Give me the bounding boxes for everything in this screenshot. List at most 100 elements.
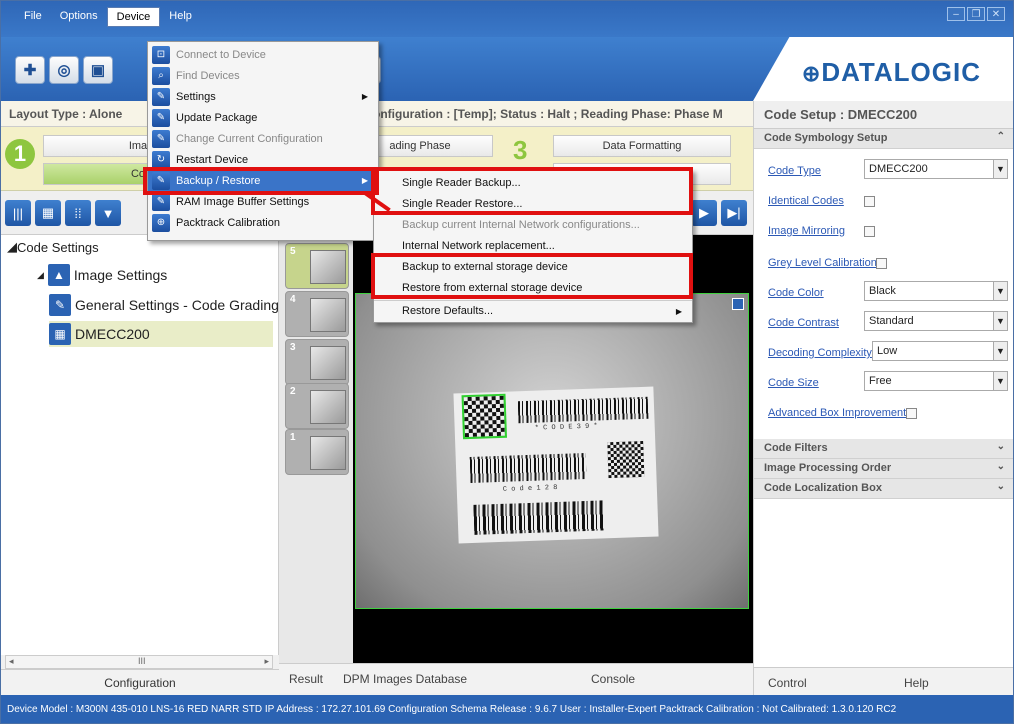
thumbnail-5[interactable]: 5	[285, 243, 349, 289]
menu-change-configuration[interactable]: ✎ Change Current Configuration	[148, 128, 378, 149]
qr-code	[607, 440, 645, 479]
code-size-select[interactable]: Free ▼	[864, 371, 1008, 391]
find-devices-icon[interactable]: ◎	[49, 56, 79, 84]
search-icon: ⌕	[152, 66, 170, 85]
configuration-status-label: onfiguration : [Temp]; Status : Halt ; R…	[373, 107, 723, 121]
section-code-localization[interactable]: Code Localization Box ⌄	[754, 479, 1013, 499]
tree-horizontal-scrollbar[interactable]: ◂ III ▸	[5, 655, 273, 669]
grey-level-checkbox[interactable]	[876, 258, 887, 269]
chevron-down-icon: ⌄	[996, 461, 1005, 472]
menu-update-package[interactable]: ✎ Update Package	[148, 107, 378, 128]
menu-packtrack-calibration[interactable]: ⊕ Packtrack Calibration	[148, 212, 378, 233]
image-zoom-icon[interactable]	[732, 298, 744, 310]
thumbnail-3[interactable]: 3	[285, 339, 349, 385]
crosshair-icon: ⊕	[152, 213, 170, 232]
chevron-down-icon: ▼	[993, 282, 1007, 300]
title-bar: File Options Device Help – ❐ ✕	[1, 1, 1013, 37]
data-formatting-button[interactable]: Data Formatting	[553, 135, 731, 157]
thumbnail-1[interactable]: 1	[285, 429, 349, 475]
code39-barcode	[517, 396, 649, 424]
tree-dmecc200[interactable]: ▦ DMECC200	[49, 321, 273, 347]
menu-device[interactable]: Device	[106, 7, 161, 27]
highlight-single-reader	[371, 167, 693, 215]
section-code-filters[interactable]: Code Filters ⌄	[754, 439, 1013, 459]
tab-control[interactable]: Control	[768, 676, 807, 690]
submenu-arrow-icon: ▶	[361, 92, 368, 101]
chevron-down-icon: ▼	[993, 342, 1007, 360]
step-1-icon: 1	[5, 139, 35, 169]
device-icon[interactable]: ▣	[83, 56, 113, 84]
application-window: File Options Device Help – ❐ ✕ ✚ ◎ ▣ ⊕DA…	[0, 0, 1014, 724]
barcode-1d-icon[interactable]: |||	[5, 200, 31, 226]
tree-code-settings[interactable]: ◢ Code Settings	[7, 239, 99, 255]
wrench-icon: ✎	[152, 129, 170, 148]
tab-console[interactable]: Console	[591, 672, 635, 686]
restore-icon[interactable]: ❐	[967, 7, 985, 21]
wrench-icon: ✎	[49, 294, 71, 316]
decoding-complexity-select[interactable]: Low ▼	[872, 341, 1008, 361]
menu-help[interactable]: Help	[160, 7, 201, 27]
right-panel-tabs: Control Help	[754, 667, 1013, 695]
menu-settings[interactable]: ✎ Settings ▶	[148, 86, 378, 107]
chevron-down-icon: ▼	[993, 160, 1007, 178]
tree-general-settings[interactable]: ✎ General Settings - Code Grading	[49, 291, 279, 319]
captured-image[interactable]: * C O D E 3 9 * C o d e 1 2 8	[355, 293, 749, 609]
chevron-down-icon: ▼	[993, 312, 1007, 330]
highlight-external-storage	[371, 253, 693, 299]
submenu-arrow-icon: ▶	[675, 306, 682, 316]
minimize-icon[interactable]: –	[947, 7, 965, 21]
code-type-select[interactable]: DMECC200 ▼	[864, 159, 1008, 179]
datamatrix-code	[461, 393, 508, 440]
image-mirroring-checkbox[interactable]	[864, 226, 875, 237]
menu-backup-internal-network[interactable]: Backup current Internal Network configur…	[374, 214, 692, 235]
code-color-label: Code Color	[768, 287, 824, 299]
code-size-label: Code Size	[768, 377, 819, 389]
thumbnail-2[interactable]: 2	[285, 383, 349, 429]
tab-dpm-images[interactable]: DPM Images Database	[343, 672, 467, 686]
menu-restore-defaults[interactable]: Restore Defaults... ▶	[374, 300, 692, 321]
decoding-complexity-label: Decoding Complexity	[768, 347, 872, 359]
chevron-down-icon: ▼	[993, 372, 1007, 390]
datamatrix-icon: ▦	[49, 323, 71, 345]
menu-options[interactable]: Options	[51, 7, 107, 27]
thumbnail-4[interactable]: 4	[285, 291, 349, 337]
tab-configuration[interactable]: Configuration	[1, 669, 279, 695]
code-settings-tree: ◢ Code Settings ◢ ▲ Image Settings ✎ Genera…	[1, 235, 279, 655]
getting-started-icon[interactable]: ✚	[15, 56, 45, 84]
section-code-symbology[interactable]: Code Symbology Setup ⌃	[754, 129, 1013, 149]
section-image-processing[interactable]: Image Processing Order ⌄	[754, 459, 1013, 479]
step-forward-icon[interactable]: ▶|	[721, 200, 747, 226]
menu-bar: File Options Device Help	[15, 7, 201, 27]
window-controls: – ❐ ✕	[947, 7, 1005, 21]
code-contrast-select[interactable]: Standard ▼	[864, 311, 1008, 331]
chevron-down-icon: ⌄	[996, 441, 1005, 452]
device-menu: ⊡ Connect to Device ⌕ Find Devices ✎ Settin…	[147, 41, 379, 241]
tab-result[interactable]: Result	[289, 672, 323, 686]
code-color-select[interactable]: Black ▼	[864, 281, 1008, 301]
postal-code-icon[interactable]: ⁞⁞	[65, 200, 91, 226]
chevron-up-icon: ⌃	[996, 131, 1005, 142]
tab-help[interactable]: Help	[904, 676, 929, 690]
restart-icon: ↻	[152, 150, 170, 169]
connect-icon: ⊡	[152, 45, 170, 64]
grey-level-label: Grey Level Calibration	[768, 257, 877, 269]
wrench-icon: ✎	[152, 192, 170, 211]
code39-text: * C O D E 3 9 *	[534, 422, 598, 433]
image-mirroring-label: Image Mirroring	[768, 225, 846, 237]
menu-find-devices[interactable]: ⌕ Find Devices	[148, 65, 378, 86]
menu-file[interactable]: File	[15, 7, 51, 27]
play-icon[interactable]: ▶	[691, 200, 717, 226]
code-type-label: Code Type	[768, 165, 822, 177]
tree-image-settings[interactable]: ◢ ▲ Image Settings	[37, 261, 277, 289]
barcode-label: * C O D E 3 9 * C o d e 1 2 8	[453, 386, 659, 544]
image-thumbnails: 5 4 3 2 1	[279, 235, 353, 663]
layout-type-label: Layout Type : Alone	[9, 107, 123, 121]
highlight-backup-restore	[143, 167, 379, 195]
advanced-box-checkbox[interactable]	[906, 408, 917, 419]
barcode-2d-icon[interactable]: ▦	[35, 200, 61, 226]
close-icon[interactable]: ✕	[987, 7, 1005, 21]
menu-connect-to-device[interactable]: ⊡ Connect to Device	[148, 44, 378, 65]
code-setup-panel: Code Setup : DMECC200 Code Symbology Set…	[753, 101, 1013, 695]
filter-icon[interactable]: ▼	[95, 200, 121, 226]
identical-codes-checkbox[interactable]	[864, 196, 875, 207]
